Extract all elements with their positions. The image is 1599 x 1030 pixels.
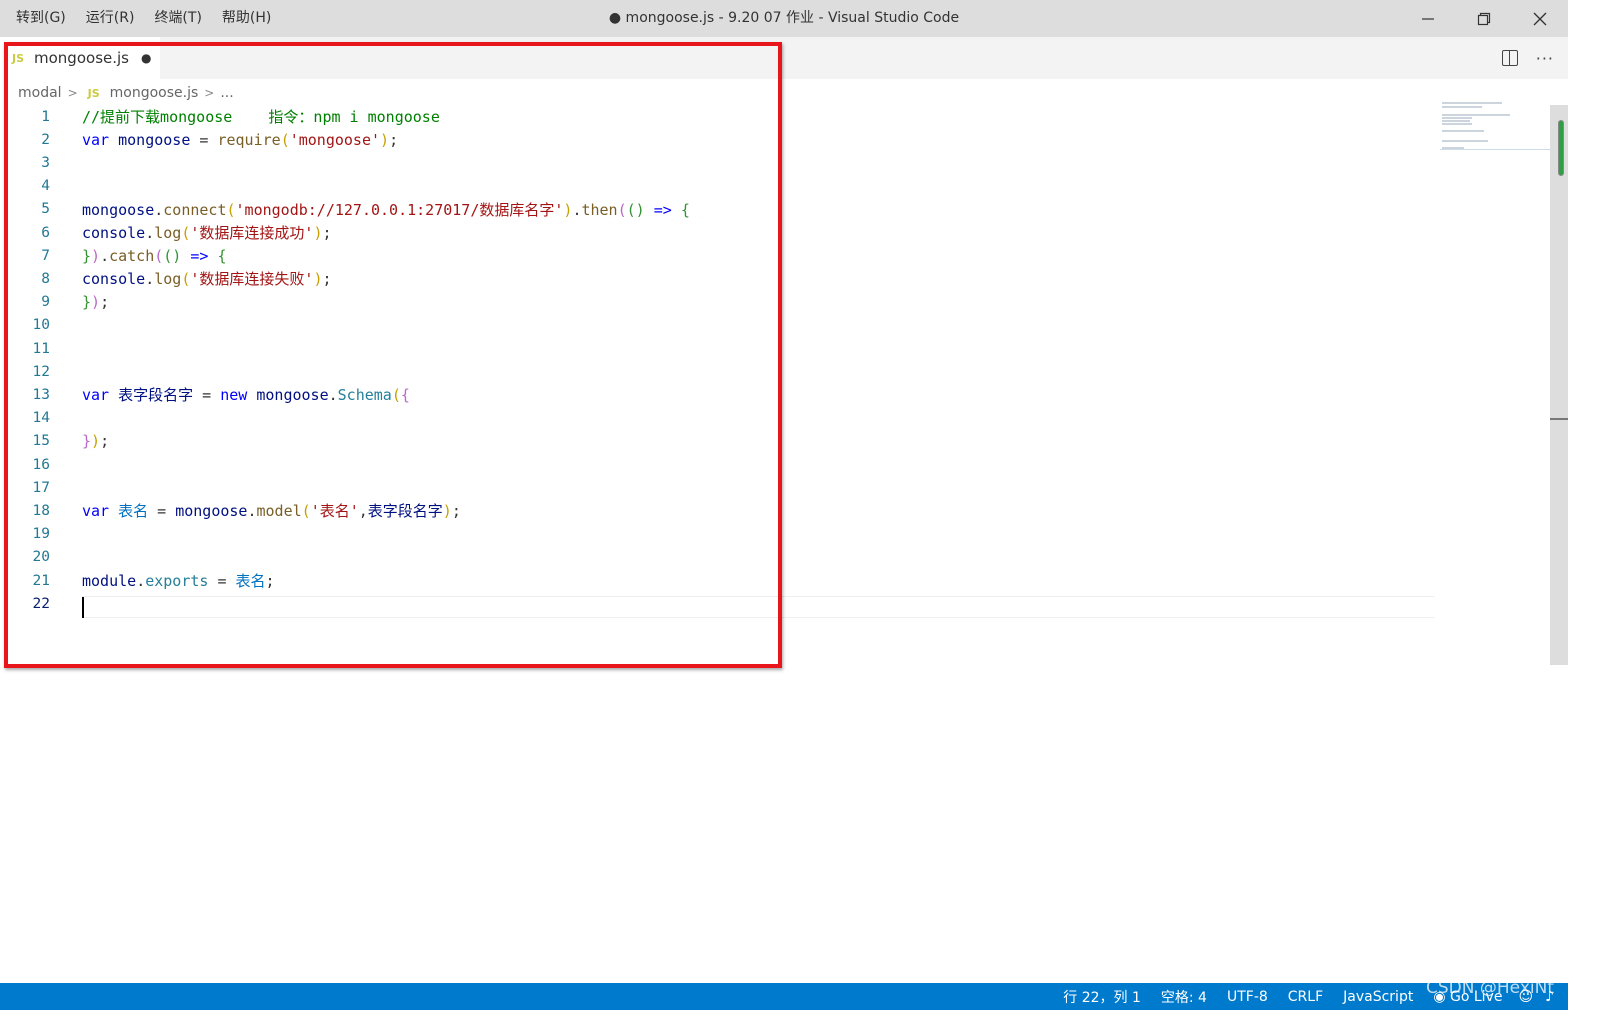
unsaved-dot-icon[interactable]: ● bbox=[141, 51, 151, 65]
line-number: 10 bbox=[32, 317, 50, 334]
line-number: 3 bbox=[41, 154, 50, 171]
line-number: 14 bbox=[32, 410, 50, 427]
window-controls bbox=[1400, 0, 1568, 37]
tab-label: mongoose.js bbox=[34, 49, 129, 67]
line-number: 8 bbox=[41, 270, 50, 287]
code-line-15[interactable]: }); bbox=[82, 432, 109, 450]
line-number: 20 bbox=[32, 549, 50, 566]
minimize-icon bbox=[1422, 17, 1434, 20]
code-line-2[interactable]: var mongoose = require('mongoose'); bbox=[82, 131, 398, 149]
line-number: 12 bbox=[32, 363, 50, 380]
line-number: 13 bbox=[32, 386, 50, 403]
split-editor-icon[interactable] bbox=[1501, 50, 1518, 66]
code-line-1[interactable]: //提前下载mongoose 指令：npm i mongoose bbox=[82, 106, 440, 127]
chevron-right-icon: > bbox=[67, 86, 78, 100]
close-button[interactable] bbox=[1512, 0, 1568, 37]
js-file-icon: JS bbox=[12, 51, 25, 65]
breadcrumb: modal > JS mongoose.js > ... bbox=[18, 82, 234, 104]
code-line-5[interactable]: mongoose.connect('mongodb://127.0.0.1:27… bbox=[82, 199, 690, 220]
menu-help[interactable]: 帮助(H) bbox=[212, 0, 281, 37]
close-icon bbox=[1533, 12, 1547, 25]
code-line-7[interactable]: }).catch(() => { bbox=[82, 247, 227, 265]
title-bar: 转到(G) 运行(R) 终端(T) 帮助(H) ● mongoose.js - … bbox=[0, 0, 1568, 37]
line-number: 21 bbox=[32, 572, 50, 589]
line-number: 11 bbox=[32, 340, 50, 357]
code-line-21[interactable]: module.exports = 表名; bbox=[82, 570, 275, 591]
line-number: 18 bbox=[32, 502, 50, 519]
code-line-6[interactable]: console.log('数据库连接成功'); bbox=[82, 222, 332, 243]
more-actions-icon[interactable]: ··· bbox=[1536, 49, 1554, 68]
line-number: 17 bbox=[32, 479, 50, 496]
minimize-button[interactable] bbox=[1400, 0, 1456, 37]
chevron-right-icon: > bbox=[204, 86, 215, 100]
line-number: 5 bbox=[41, 201, 50, 218]
js-file-icon: JS bbox=[87, 86, 100, 100]
tab-bar: JS mongoose.js ● ··· bbox=[0, 37, 1568, 79]
menu-bar: 转到(G) 运行(R) 终端(T) 帮助(H) bbox=[6, 0, 281, 37]
status-cursor-position[interactable]: 行 22，列 1 bbox=[1053, 987, 1151, 1007]
code-editor[interactable]: 1 //提前下载mongoose 指令：npm i mongoose 2 var… bbox=[0, 105, 1440, 665]
status-encoding[interactable]: UTF-8 bbox=[1217, 989, 1278, 1005]
line-number: 7 bbox=[41, 247, 50, 264]
restore-icon bbox=[1477, 12, 1491, 25]
line-number: 4 bbox=[41, 178, 50, 195]
line-number: 6 bbox=[41, 224, 50, 241]
tab-mongoose-js[interactable]: JS mongoose.js ● bbox=[0, 37, 160, 79]
code-line-13[interactable]: var 表字段名字 = new mongoose.Schema({ bbox=[82, 384, 410, 405]
status-bar: 行 22，列 1 空格: 4 UTF-8 CRLF JavaScript ◉ G… bbox=[0, 983, 1568, 1010]
code-line-9[interactable]: }); bbox=[82, 293, 109, 311]
status-indentation[interactable]: 空格: 4 bbox=[1151, 987, 1217, 1007]
watermark: CSDN @HexiNt bbox=[1426, 978, 1554, 998]
status-language[interactable]: JavaScript bbox=[1333, 989, 1423, 1005]
line-number: 19 bbox=[32, 526, 50, 543]
minimap[interactable] bbox=[1440, 100, 1550, 160]
breadcrumb-symbols[interactable]: ... bbox=[220, 85, 233, 101]
line-number: 15 bbox=[32, 433, 50, 450]
menu-run[interactable]: 运行(R) bbox=[76, 0, 145, 37]
text-cursor bbox=[82, 597, 84, 618]
code-line-18[interactable]: var 表名 = mongoose.model('表名',表字段名字); bbox=[82, 500, 461, 521]
current-line-highlight bbox=[82, 596, 1434, 618]
line-number-active: 22 bbox=[32, 595, 50, 612]
line-number: 16 bbox=[32, 456, 50, 473]
line-number: 9 bbox=[41, 294, 50, 311]
line-number: 1 bbox=[41, 108, 50, 125]
breadcrumb-file[interactable]: mongoose.js bbox=[110, 85, 199, 101]
menu-terminal[interactable]: 终端(T) bbox=[144, 0, 211, 37]
code-line-8[interactable]: console.log('数据库连接失败'); bbox=[82, 268, 332, 289]
line-number: 2 bbox=[41, 131, 50, 148]
scrollbar-thumb[interactable] bbox=[1558, 120, 1564, 176]
restore-button[interactable] bbox=[1456, 0, 1512, 37]
vertical-scrollbar[interactable] bbox=[1550, 105, 1568, 665]
menu-goto[interactable]: 转到(G) bbox=[6, 0, 76, 37]
editor-actions: ··· bbox=[1501, 37, 1554, 79]
scrollbar-cursor-marker bbox=[1550, 418, 1568, 420]
status-eol[interactable]: CRLF bbox=[1278, 989, 1333, 1005]
breadcrumb-folder[interactable]: modal bbox=[18, 85, 62, 101]
